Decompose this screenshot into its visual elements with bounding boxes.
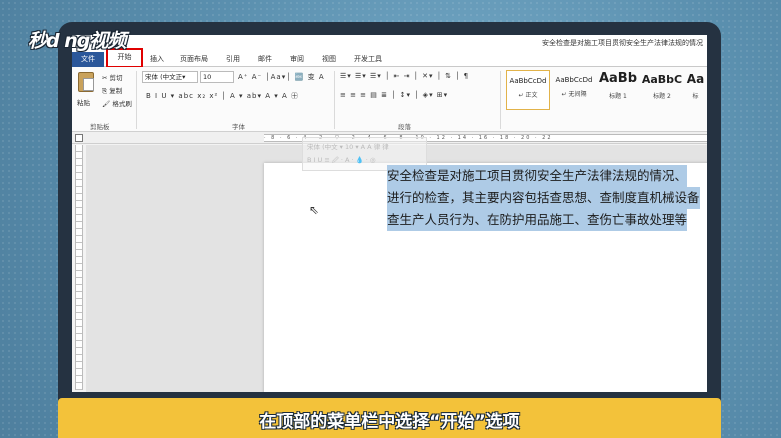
title-bar: 安全检查是对施工项目贯彻安全生产法律法规的情况 (72, 35, 707, 52)
align-icons[interactable]: ≡ ≡ ≡ ▤ ≣ │ ↕▾ │ ◈▾ ⊞▾ (340, 91, 448, 99)
style-title[interactable]: Aa 标 (684, 70, 707, 110)
tab-mailings[interactable]: 邮件 (258, 54, 272, 64)
mouse-cursor-icon: ⇖ (309, 203, 320, 217)
mini-toolbar-font-row: 宋体 (中文 ▾ 10 ▾ A A 律 律 (307, 143, 389, 151)
style-name: 标题 2 (653, 93, 671, 100)
ribbon: 粘贴 ✂ 剪切 ⎘ 复制 🖌 格式刷 剪贴板 宋体 (中文正▾ 10 A⁺ A⁻… (72, 67, 707, 132)
style-no-spacing[interactable]: AaBbCcDd ↵ 无间隔 (552, 70, 596, 110)
tab-insert[interactable]: 插入 (150, 54, 164, 64)
font-size-grow-shrink-icons[interactable]: A⁺ A⁻ │Aa▾│ 🔤 变 A (238, 72, 325, 82)
monitor-frame: 安全检查是对施工项目贯彻安全生产法律法规的情况 文件 开始 插入 页面布局 引用… (58, 22, 721, 422)
font-format-icons[interactable]: B I U ▾ abc x₂ x² │ A ▾ ab▾ A ▾ A ㊉ (146, 91, 299, 101)
divider (136, 71, 137, 129)
format-painter-label: 格式刷 (112, 100, 132, 108)
format-painter-button[interactable]: 🖌 格式刷 (102, 98, 132, 108)
style-name: 标题 1 (609, 93, 627, 100)
style-name: ↵ 正文 (518, 92, 538, 99)
paragraph-group-label: 段落 (398, 123, 411, 131)
document-title: 安全检查是对施工项目贯彻安全生产法律法规的情况 (542, 39, 703, 47)
font-name-select[interactable]: 宋体 (中文正▾ (142, 71, 198, 83)
style-sample: AaBbCcDd (509, 77, 547, 85)
font-group-label: 字体 (232, 123, 245, 131)
paste-icon[interactable] (78, 72, 94, 92)
divider (500, 71, 501, 129)
style-sample: AaBbC (641, 73, 683, 86)
copy-button[interactable]: ⎘ 复制 (102, 85, 122, 96)
paste-button[interactable]: 粘贴 (77, 97, 90, 107)
copy-label: 复制 (109, 87, 123, 95)
style-name: 标 (692, 93, 699, 100)
tab-selector[interactable] (75, 134, 83, 142)
tab-review[interactable]: 审阅 (290, 54, 304, 64)
caption-bar: 在顶部的菜单栏中选择“开始”选项 (58, 398, 721, 438)
text-line[interactable]: 查生产人员行为、在防护用品施工、查伤亡事故处理等 (387, 209, 688, 231)
vertical-ruler (75, 145, 83, 390)
tab-file[interactable]: 文件 (72, 52, 104, 67)
caption-text: 在顶部的菜单栏中选择“开始”选项 (259, 412, 520, 432)
text-line[interactable]: 安全检查是对施工项目贯彻安全生产法律法规的情况、 (387, 165, 688, 187)
font-size-select[interactable]: 10 (200, 71, 234, 83)
divider (334, 71, 335, 129)
tab-page-layout[interactable]: 页面布局 (180, 54, 208, 64)
tab-view[interactable]: 视图 (322, 54, 336, 64)
watermark-logo: 秒d ng视频 (28, 30, 126, 52)
document-body[interactable]: 安全检查是对施工项目贯彻安全生产法律法规的情况、 进行的检查，其主要内容包括查思… (387, 165, 707, 231)
style-sample: Aa (686, 72, 705, 86)
cut-label: 剪切 (109, 74, 123, 82)
ribbon-tabs: 文件 开始 插入 页面布局 引用 邮件 审阅 视图 开发工具 (72, 48, 707, 68)
tab-references[interactable]: 引用 (226, 54, 240, 64)
word-window: 安全检查是对施工项目贯彻安全生产法律法规的情况 文件 开始 插入 页面布局 引用… (72, 35, 707, 392)
list-icons[interactable]: ☰▾ ☰▾ ☰▾ │ ⇤ ⇥ │ ✕▾ │ ⇅ │ ¶ (340, 72, 469, 80)
style-heading-2[interactable]: AaBbC 标题 2 (640, 70, 684, 110)
style-heading-1[interactable]: AaBb 标题 1 (596, 70, 640, 110)
clipboard-group-label: 剪贴板 (90, 123, 110, 131)
cut-button[interactable]: ✂ 剪切 (102, 72, 123, 82)
text-line[interactable]: 进行的检查，其主要内容包括查思想、查制度直机械设备 (387, 187, 700, 209)
tab-developer[interactable]: 开发工具 (354, 54, 382, 64)
style-sample: AaBbCcDd (555, 76, 593, 84)
style-name: ↵ 无间隔 (561, 91, 587, 98)
style-sample: AaBb (598, 71, 638, 86)
style-normal[interactable]: AaBbCcDd ↵ 正文 (506, 70, 550, 110)
